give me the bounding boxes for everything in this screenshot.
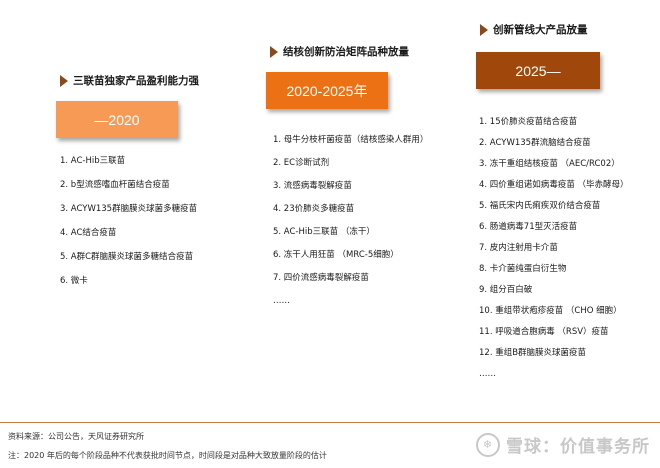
column-2-heading: 结核创新防治矩阵品种放量 bbox=[270, 44, 409, 59]
column-3-heading-text: 创新管线大产品放量 bbox=[493, 24, 588, 36]
list-item: 1. 母牛分枝杆菌疫苗（结核感染人群用） bbox=[273, 135, 429, 145]
footer-divider bbox=[0, 422, 660, 423]
list-item: 6. 微卡 bbox=[60, 276, 88, 286]
column-1-heading: 三联苗独家产品盈利能力强 bbox=[60, 73, 199, 88]
column-2-list: 1. 母牛分枝杆菌疫苗（结核感染人群用） 2. EC诊断试剂 3. 流感病毒裂解… bbox=[273, 135, 428, 307]
column-3-heading: 创新管线大产品放量 bbox=[480, 22, 588, 37]
list-item: 7. 四价流感病毒裂解疫苗 bbox=[273, 273, 369, 283]
snowball-logo-icon: ❄ bbox=[476, 432, 500, 457]
list-item: 1. 15价肺炎疫苗结合疫苗 bbox=[479, 117, 578, 127]
list-item: 10. 重组带状疱疹疫苗 （CHO 细胞） bbox=[479, 306, 622, 316]
column-1-period-box: —2020 bbox=[56, 101, 178, 138]
list-item: 3. ACYW135群脑膜炎球菌多糖疫苗 bbox=[60, 204, 198, 214]
watermark-text: 雪球：价值事务所 bbox=[506, 437, 650, 457]
arrow-right-icon bbox=[60, 74, 68, 87]
column-1-heading-text: 三联苗独家产品盈利能力强 bbox=[73, 75, 199, 87]
watermark: ❄ 雪球：价值事务所 bbox=[476, 432, 650, 457]
list-item: 4. 23价肺炎多糖疫苗 bbox=[273, 204, 355, 214]
list-item: 1. AC-Hib三联苗 bbox=[60, 156, 126, 166]
column-1-period-label: —2020 bbox=[94, 111, 140, 128]
arrow-right-icon bbox=[270, 45, 278, 58]
column-2-period-box: 2020-2025年 bbox=[266, 72, 388, 109]
list-item: 7. 皮内注射用卡介苗 bbox=[479, 243, 558, 253]
list-item: 8. 卡介菌纯蛋白衍生物 bbox=[479, 264, 567, 274]
list-item: 11. 呼吸道合胞病毒 （RSV）疫苗 bbox=[479, 327, 609, 337]
list-item: …… bbox=[479, 369, 496, 379]
list-item: 4. AC结合疫苗 bbox=[60, 228, 117, 238]
arrow-right-icon bbox=[480, 23, 488, 36]
list-item: 5. 福氏宋内氏痢疾双价结合疫苗 bbox=[479, 201, 601, 211]
list-item: 3. 冻干重组结核疫苗 （AEC/RC02） bbox=[479, 159, 620, 169]
list-item: 2. b型流感嗜血杆菌结合疫苗 bbox=[60, 180, 170, 190]
list-item: 4. 四价重组诺如病毒疫苗 （毕赤酵母） bbox=[479, 180, 629, 190]
column-2-heading-text: 结核创新防治矩阵品种放量 bbox=[283, 46, 409, 58]
list-item: 12. 重组B群脑膜炎球菌疫苗 bbox=[479, 348, 587, 358]
footer-source: 资料来源：公司公告，天风证券研究所 bbox=[8, 432, 144, 441]
column-1-list: 1. AC-Hib三联苗 2. b型流感嗜血杆菌结合疫苗 3. ACYW135群… bbox=[60, 156, 197, 287]
list-item: 9. 组分百白破 bbox=[479, 285, 533, 295]
column-3-period-label: 2025— bbox=[515, 62, 561, 79]
list-item: …… bbox=[273, 296, 290, 306]
column-3-list: 1. 15价肺炎疫苗结合疫苗 2. ACYW135群流脑结合疫苗 3. 冻干重组… bbox=[479, 117, 629, 380]
list-item: 5. A群C群脑膜炎球菌多糖结合疫苗 bbox=[60, 252, 194, 262]
list-item: 6. 冻干人用狂苗 （MRC-5细胞） bbox=[273, 250, 399, 260]
list-item: 2. ACYW135群流脑结合疫苗 bbox=[479, 138, 591, 148]
list-item: 6. 肠道病毒71型灭活疫苗 bbox=[479, 222, 578, 232]
list-item: 5. AC-Hib三联苗 （冻干） bbox=[273, 227, 375, 237]
list-item: 3. 流感病毒裂解疫苗 bbox=[273, 181, 352, 191]
footer-note: 注：2020 年后的每个阶段品种不代表获批时间节点，时间段是对品种大致放量阶段的… bbox=[8, 451, 327, 460]
list-item: 2. EC诊断试剂 bbox=[273, 158, 330, 168]
column-2-period-label: 2020-2025年 bbox=[286, 82, 368, 99]
column-3-period-box: 2025— bbox=[476, 52, 600, 89]
